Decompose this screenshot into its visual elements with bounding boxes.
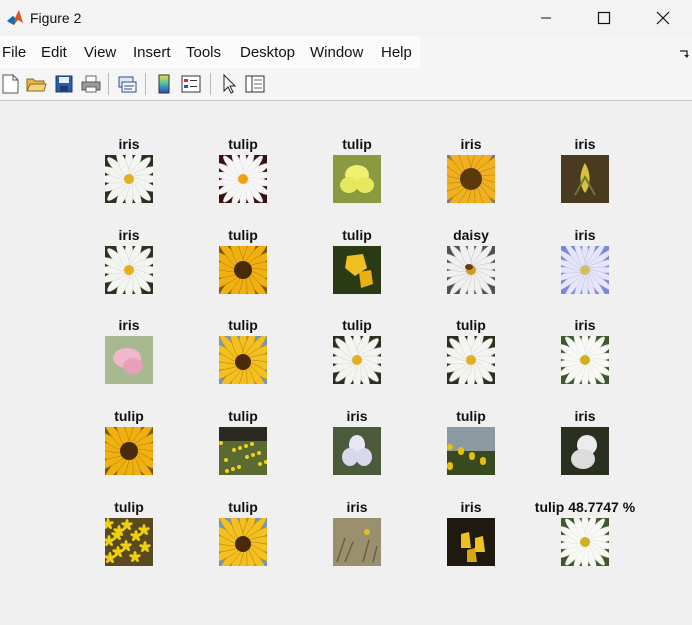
- flower-image[interactable]: [447, 518, 495, 566]
- flower-image[interactable]: [105, 518, 153, 566]
- menu-view[interactable]: View: [84, 44, 116, 61]
- flower-image[interactable]: [219, 336, 267, 384]
- image-label: iris: [574, 136, 596, 152]
- menu-tools[interactable]: Tools: [186, 44, 221, 61]
- flower-image[interactable]: [219, 155, 267, 203]
- legend-icon[interactable]: [180, 73, 202, 95]
- minimize-button[interactable]: [524, 0, 570, 36]
- new-figure-icon[interactable]: [0, 73, 22, 95]
- flower-image[interactable]: [105, 336, 153, 384]
- flower-image[interactable]: [105, 246, 153, 294]
- flower-image[interactable]: [561, 336, 609, 384]
- flower-image[interactable]: [105, 427, 153, 475]
- toolbar: [0, 68, 692, 101]
- property-inspector-icon[interactable]: [244, 73, 266, 95]
- flower-image[interactable]: [219, 518, 267, 566]
- flower-image[interactable]: [561, 246, 609, 294]
- menu-edit[interactable]: Edit: [41, 44, 67, 61]
- flower-image[interactable]: [447, 246, 495, 294]
- print-icon[interactable]: [80, 73, 102, 95]
- menu-desktop[interactable]: Desktop: [240, 44, 295, 61]
- menu-insert[interactable]: Insert: [133, 44, 171, 61]
- maximize-button[interactable]: [582, 0, 628, 36]
- menu-file[interactable]: File: [2, 44, 26, 61]
- image-label: iris: [574, 408, 596, 424]
- image-label: iris: [574, 227, 596, 243]
- flower-image[interactable]: [447, 427, 495, 475]
- open-file-icon[interactable]: [25, 73, 47, 95]
- flower-image[interactable]: [333, 155, 381, 203]
- flower-image[interactable]: [561, 518, 609, 566]
- save-icon[interactable]: [53, 73, 75, 95]
- image-label: iris: [574, 317, 596, 333]
- link-plot-icon[interactable]: [116, 73, 138, 95]
- flower-image[interactable]: [333, 518, 381, 566]
- flower-image[interactable]: [561, 427, 609, 475]
- flower-image[interactable]: [447, 155, 495, 203]
- menu-bar: File Edit View Insert Tools Desktop Wind…: [0, 36, 692, 68]
- flower-image[interactable]: [561, 155, 609, 203]
- flower-image[interactable]: [333, 246, 381, 294]
- pointer-icon[interactable]: [218, 73, 240, 95]
- flower-image[interactable]: [105, 155, 153, 203]
- flower-image[interactable]: [219, 427, 267, 475]
- matlab-icon: [6, 9, 24, 27]
- image-label: tulip 48.7747 %: [534, 499, 636, 515]
- flower-image[interactable]: [333, 336, 381, 384]
- title-bar: Figure 2: [0, 0, 692, 36]
- flower-image[interactable]: [447, 336, 495, 384]
- flower-image[interactable]: [219, 246, 267, 294]
- figure-canvas[interactable]: iris tulip tulip iris iris iris tulip tulip dais…: [0, 101, 692, 625]
- menu-help[interactable]: Help: [381, 44, 412, 61]
- close-button[interactable]: [641, 0, 687, 36]
- colorbar-icon[interactable]: [153, 73, 175, 95]
- menu-window[interactable]: Window: [310, 44, 363, 61]
- window-title: Figure 2: [30, 10, 82, 26]
- flower-image[interactable]: [333, 427, 381, 475]
- dock-arrow-icon[interactable]: [679, 46, 689, 64]
